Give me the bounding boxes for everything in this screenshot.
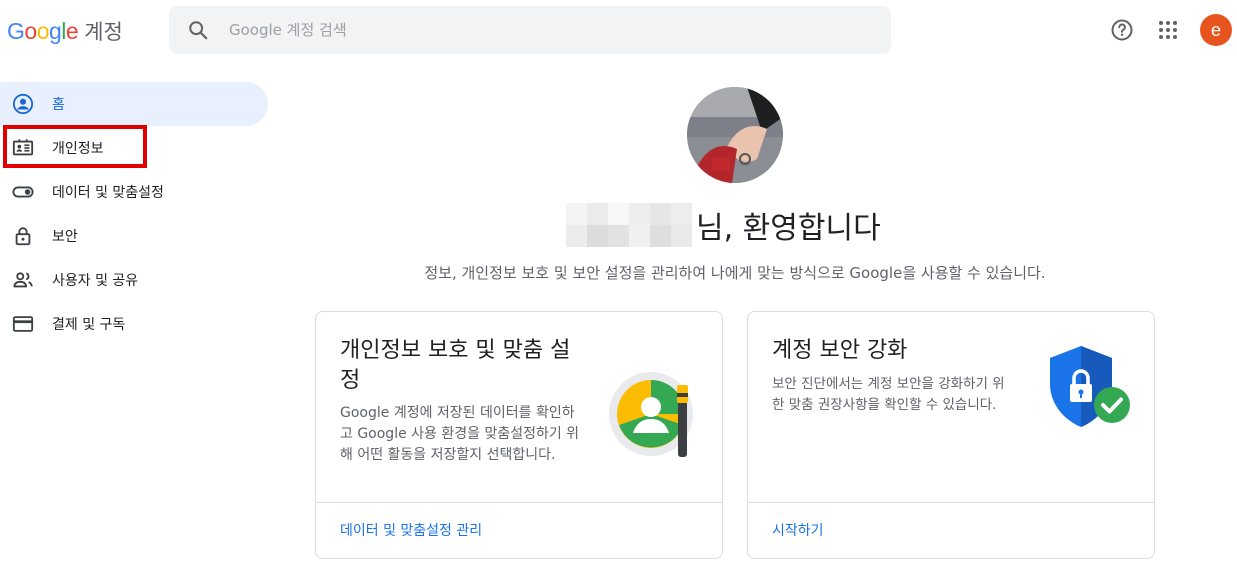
lock-icon: [12, 225, 34, 247]
google-wordmark: Google: [7, 17, 79, 45]
sidebar-item-label: 보안: [52, 229, 78, 245]
account-circle-icon: [12, 93, 34, 115]
apps-grid-icon[interactable]: [1156, 18, 1180, 42]
sidebar-item-label: 홈: [52, 97, 65, 113]
card-description: 보안 진단에서는 계정 보안을 강화하기 위한 맞춤 권장사항을 확인할 수 있…: [772, 376, 1005, 413]
sidebar-item-label: 데이터 및 맞춤설정: [52, 185, 164, 201]
card-title: 개인정보 보호 및 맞춤 설정: [340, 338, 571, 393]
page-subtitle: 정보, 개인정보 보호 및 보안 설정을 관리하여 나에게 맞는 방식으로 Go…: [424, 264, 1046, 282]
search-bar[interactable]: [169, 6, 891, 54]
card-description: Google 계정에 저장된 데이터를 확인하고 Google 사용 환경을 맞…: [340, 405, 580, 463]
sidebar-item-data-privacy[interactable]: 데이터 및 맞춤설정: [0, 170, 268, 214]
search-icon[interactable]: [187, 19, 209, 41]
privacy-card[interactable]: 개인정보 보호 및 맞춤 설정 Google 계정에 저장된 데이터를 확인하고…: [315, 311, 723, 559]
sidebar-nav: 홈 개인정보 데이터 및 맞춤설정 보안 사용자 및 공유 결제 및 구독: [0, 82, 268, 346]
security-card[interactable]: 계정 보안 강화 보안 진단에서는 계정 보안을 강화하기 위한 맞춤 권장사항…: [747, 311, 1155, 559]
welcome-heading: 님, 환영합니다: [566, 202, 881, 248]
get-started-link[interactable]: 시작하기: [772, 520, 824, 540]
account-avatar[interactable]: e: [1200, 14, 1232, 46]
google-account-logo[interactable]: Google 계정: [7, 14, 123, 48]
logo-letter: e: [65, 17, 79, 44]
logo-letter: o: [24, 17, 37, 44]
sidebar-item-security[interactable]: 보안: [0, 214, 268, 258]
sidebar-item-payments[interactable]: 결제 및 구독: [0, 302, 268, 346]
privacy-illustration-icon: [609, 372, 693, 457]
logo-letter: G: [7, 17, 25, 44]
card-divider: [316, 502, 722, 503]
avatar-letter: e: [1210, 19, 1221, 40]
profile-photo[interactable]: [687, 87, 783, 183]
product-name: 계정: [84, 20, 123, 44]
search-input[interactable]: [227, 20, 831, 40]
welcome-text: 님, 환영합니다: [696, 211, 881, 246]
profile-photo-image: [687, 87, 783, 183]
card-title: 계정 보안 강화: [772, 338, 908, 363]
redacted-name: [566, 203, 692, 247]
help-icon[interactable]: [1110, 18, 1134, 42]
manage-data-link[interactable]: 데이터 및 맞춤설정 관리: [340, 520, 482, 540]
logo-letter: o: [36, 17, 50, 44]
sidebar-item-home[interactable]: 홈: [0, 82, 268, 126]
card-divider: [748, 502, 1154, 503]
security-shield-icon: [1050, 346, 1130, 427]
toggle-icon: [12, 181, 34, 203]
logo-letter: g: [48, 17, 62, 44]
sidebar-item-label: 결제 및 구독: [52, 317, 126, 333]
highlight-box: [3, 125, 147, 168]
credit-card-icon: [12, 313, 34, 335]
